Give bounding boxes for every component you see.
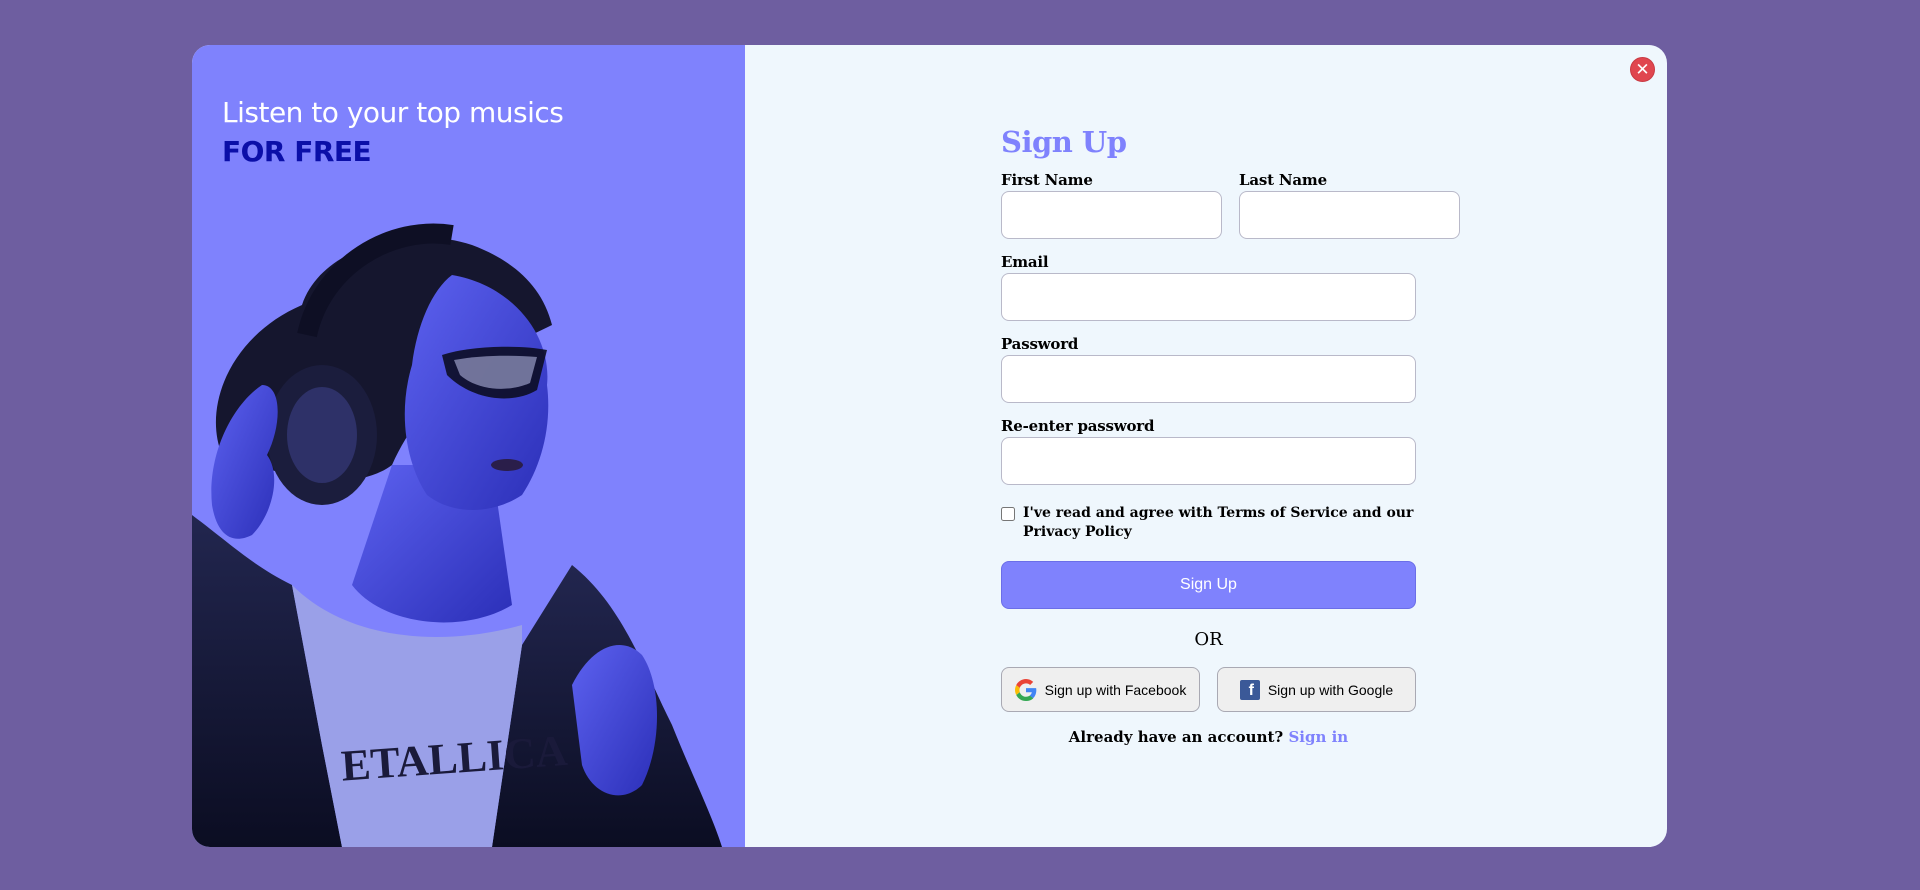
signup-modal: ETALLICA Listen to your top musics FOR F… <box>192 45 1667 847</box>
reenter-password-input[interactable] <box>1001 437 1416 485</box>
form-panel: ✕ Sign Up First Name Last Name Email Pas… <box>745 45 1667 847</box>
hero-headline: Listen to your top musics FOR FREE <box>222 93 564 171</box>
first-name-group: First Name <box>1001 171 1222 253</box>
hero-accent-text: FOR FREE <box>222 135 372 168</box>
name-row: First Name Last Name <box>1001 171 1460 253</box>
hero-panel: ETALLICA Listen to your top musics FOR F… <box>192 45 745 847</box>
close-icon[interactable]: ✕ <box>1630 57 1655 82</box>
signin-prompt: Already have an account? Sign in <box>1001 728 1416 746</box>
signup-google-label: Sign up with Google <box>1267 681 1394 698</box>
hero-headline-text: Listen to your top musics <box>222 96 564 129</box>
or-divider: OR <box>1194 629 1223 650</box>
signup-facebook-label: Sign up with Facebook <box>1044 681 1187 698</box>
signup-facebook-button[interactable]: Sign up with Facebook <box>1001 667 1200 712</box>
last-name-group: Last Name <box>1239 171 1460 253</box>
google-icon <box>1014 678 1036 701</box>
terms-row: I've read and agree with Terms of Servic… <box>1001 504 1416 542</box>
password-input[interactable] <box>1001 355 1416 403</box>
signup-form: Sign Up First Name Last Name Email Passw… <box>1001 125 1460 746</box>
form-title: Sign Up <box>1001 125 1127 159</box>
email-group: Email <box>1001 253 1416 335</box>
terms-checkbox[interactable] <box>1001 507 1015 521</box>
email-label: Email <box>1001 253 1049 271</box>
facebook-icon: f <box>1239 679 1260 700</box>
signup-button[interactable]: Sign Up <box>1001 561 1416 609</box>
signup-google-button[interactable]: f Sign up with Google <box>1217 667 1416 712</box>
social-buttons: Sign up with Facebook f Sign up with Goo… <box>1001 667 1416 712</box>
terms-label: I've read and agree with Terms of Servic… <box>1023 505 1414 540</box>
first-name-input[interactable] <box>1001 191 1222 239</box>
reenter-password-label: Re-enter password <box>1001 417 1155 435</box>
signin-link[interactable]: Sign in <box>1288 728 1348 746</box>
first-name-label: First Name <box>1001 171 1093 189</box>
password-group: Password <box>1001 335 1416 417</box>
last-name-input[interactable] <box>1239 191 1460 239</box>
last-name-label: Last Name <box>1239 171 1327 189</box>
reenter-password-group: Re-enter password <box>1001 417 1416 499</box>
signin-prompt-text: Already have an account? <box>1068 728 1284 746</box>
email-input[interactable] <box>1001 273 1416 321</box>
password-label: Password <box>1001 335 1079 353</box>
